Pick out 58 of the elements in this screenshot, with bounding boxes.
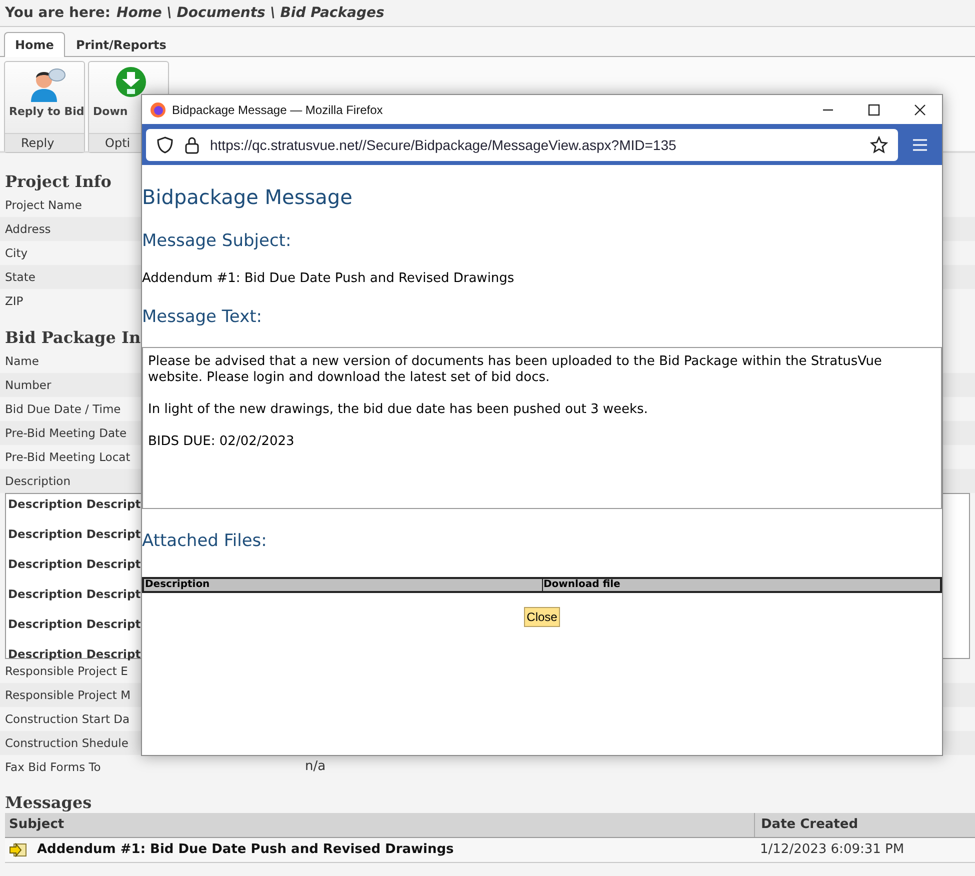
shield-icon — [156, 136, 174, 154]
field-label: Number — [5, 377, 52, 394]
field-label: Name — [5, 353, 39, 370]
message-paragraph: Please be advised that a new version of documents has been uploaded to the Bid Package within the StratusVue website. Please login and download the latest set of bid docs. — [148, 354, 883, 386]
field-label: Construction Shedule — [5, 735, 128, 752]
description-text: Description Descript — [8, 616, 141, 632]
ribbon-button[interactable]: Reply to Bid — [5, 62, 84, 133]
field-label: Address — [5, 221, 51, 238]
maximize-icon — [868, 104, 880, 116]
field-label: City — [5, 245, 28, 262]
window-title: Bidpackage Message — Mozilla Firefox — [172, 102, 383, 116]
message-subject: Addendum #1: Bid Due Date Push and Revised Drawings — [142, 271, 516, 287]
breadcrumb-path[interactable]: Home \ Documents \ Bid Packages — [116, 5, 384, 21]
section-heading: Message Text: — [142, 307, 264, 329]
breadcrumb-label: You are here: — [5, 5, 110, 21]
close-button[interactable]: Close — [524, 607, 560, 627]
tab[interactable]: Home — [4, 32, 65, 57]
field-label: Responsible Project M — [5, 687, 131, 704]
field-label: State — [5, 269, 36, 286]
description-text: Description Descript — [8, 526, 141, 542]
page-heading: Bidpackage Message — [142, 185, 354, 211]
section-heading: Attached Files: — [142, 531, 268, 553]
field-label: Bid Due Date / Time — [5, 401, 121, 418]
section-heading: Message Subject: — [142, 231, 292, 253]
message-paragraph: In light of the new drawings, the bid due date has been pushed out 3 weeks. — [148, 402, 649, 418]
column-header: Download file — [542, 579, 940, 591]
group-label: Reply — [5, 133, 84, 152]
field-label: ZIP — [5, 293, 24, 310]
field-label: Pre-Bid Meeting Locat — [5, 449, 130, 466]
section-heading: Messages — [4, 793, 93, 813]
description-text: Description Descript — [8, 586, 141, 602]
table-cell-text: 1/12/2023 6:09:31 PM — [759, 841, 906, 859]
field-label: Pre-Bid Meeting Date — [5, 425, 127, 442]
message-paragraph: BIDS DUE: 02/02/2023 — [148, 434, 296, 450]
section-heading: Bid Package In — [4, 327, 142, 349]
field-label: Responsible Project E — [5, 663, 128, 680]
message-subject-link[interactable]: Addendum #1: Bid Due Date Push and Revised Drawings — [37, 838, 454, 862]
field-label: Description — [5, 473, 70, 490]
column-header: Date Created — [754, 813, 975, 837]
field-value: n/a — [305, 758, 326, 776]
close-icon — [914, 104, 926, 116]
browser-logo-icon — [150, 102, 166, 118]
lock-icon — [184, 136, 200, 154]
description-text: Description Descript — [8, 496, 141, 512]
field-label: Construction Start Da — [5, 711, 130, 728]
menu-icon — [912, 138, 928, 152]
column-header: Description — [144, 579, 211, 591]
tab[interactable]: Print/Reports — [64, 32, 178, 56]
field-label: Fax Bid Forms To — [5, 759, 101, 776]
address-bar[interactable]: https://qc.stratusvue.net//Secure/Bidpackage/MessageView.aspx?MID=135 — [146, 128, 898, 160]
section-heading: Project Info — [4, 171, 112, 193]
star-icon — [870, 136, 888, 154]
column-header: Subject — [8, 816, 66, 834]
message-arrow-icon — [9, 843, 27, 857]
field-label: Project Name — [5, 197, 82, 214]
url-text: https://qc.stratusvue.net//Secure/Bidpackage/MessageView.aspx?MID=135 — [210, 136, 678, 152]
description-text: Description Descript — [8, 646, 141, 662]
description-text: Description Descript — [8, 556, 141, 572]
